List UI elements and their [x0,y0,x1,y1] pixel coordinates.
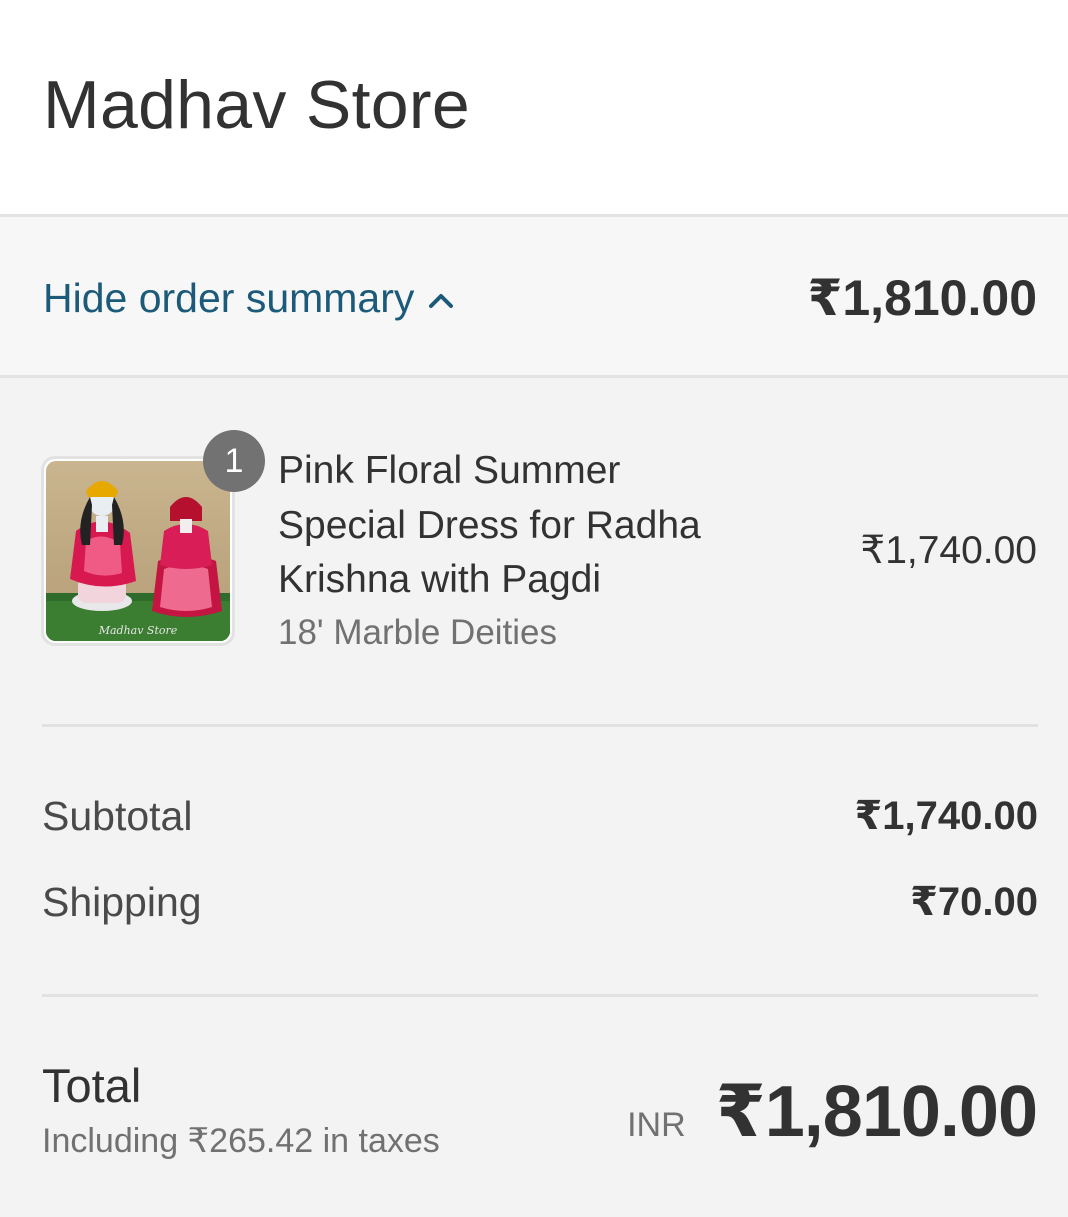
product-price: ₹1,740.00 [860,529,1037,572]
product-variant: 18' Marble Deities [278,613,558,652]
subtotal-label: Subtotal [42,793,193,839]
hide-order-summary-button[interactable]: Hide order summary [43,273,456,323]
chevron-up-icon[interactable] [426,285,456,315]
product-title: Pink Floral Summer Special Dress for Rad… [278,449,701,601]
summary-toggle-total: ₹1,810.00 [807,270,1037,326]
checkout-header: Madhav Store [0,0,1068,214]
product-thumbnail-frame: Madhav Store 1 [41,430,265,646]
subtotal-value: ₹1,740.00 [854,794,1038,838]
order-summary-toggle-bar[interactable]: Hide order summary ₹1,810.00 [0,214,1068,378]
divider [42,994,1038,997]
currency-code: INR [627,1106,686,1144]
grand-total-amount: ₹1,810.00 [715,1072,1038,1152]
shipping-row: Shipping ₹70.00 [42,877,1038,927]
line-item: Madhav Store 1 Pink Floral Summer Specia… [0,378,1068,724]
subtotal-row: Subtotal ₹1,740.00 [42,791,1038,841]
product-image: Madhav Store [46,461,230,641]
order-summary-panel: Madhav Store 1 Pink Floral Summer Specia… [0,378,1068,1217]
quantity-badge: 1 [203,430,265,492]
shipping-value: ₹70.00 [910,880,1038,924]
total-label: Total [42,1059,142,1112]
store-name[interactable]: Madhav Store [43,66,470,144]
hide-order-summary-label[interactable]: Hide order summary [43,273,414,323]
divider [42,724,1038,727]
grand-total-group: INR ₹1,810.00 [627,1070,1038,1154]
shipping-label: Shipping [42,879,202,925]
thumbnail-watermark: Madhav Store [98,624,178,637]
tax-note: Including ₹265.42 in taxes [42,1122,440,1160]
product-thumbnail: Madhav Store [46,461,230,641]
